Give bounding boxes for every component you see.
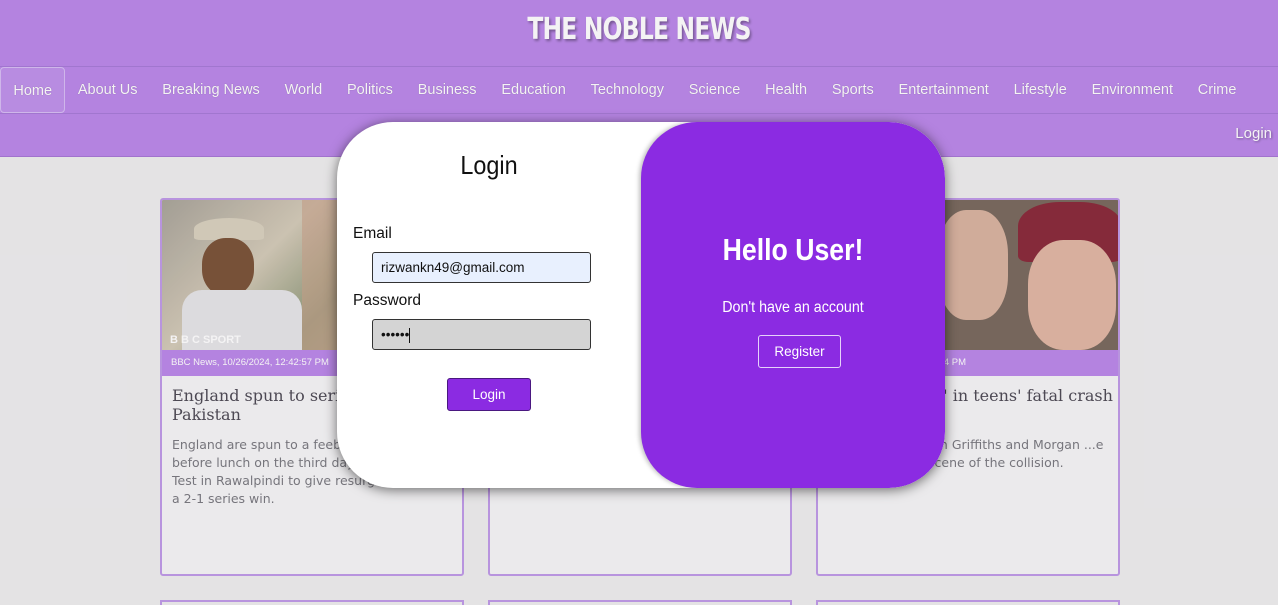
hello-heading: Hello User!: [722, 232, 864, 267]
register-button[interactable]: Register: [758, 335, 841, 368]
text-cursor: [409, 327, 411, 343]
password-field[interactable]: ••••••: [372, 319, 591, 350]
email-field[interactable]: rizwankn49@gmail.com: [372, 252, 591, 283]
password-value: ••••••: [381, 327, 410, 342]
login-title: Login: [460, 150, 518, 180]
email-label: Email: [353, 225, 392, 242]
login-button[interactable]: Login: [447, 378, 531, 411]
no-account-text: Don't have an account: [722, 299, 864, 316]
password-label: Password: [353, 292, 422, 309]
register-panel: Hello User! Don't have an account Regist…: [641, 122, 945, 488]
login-form: Login Email rizwankn49@gmail.com Passwor…: [337, 122, 641, 488]
login-modal: Login Email rizwankn49@gmail.com Passwor…: [337, 122, 945, 488]
